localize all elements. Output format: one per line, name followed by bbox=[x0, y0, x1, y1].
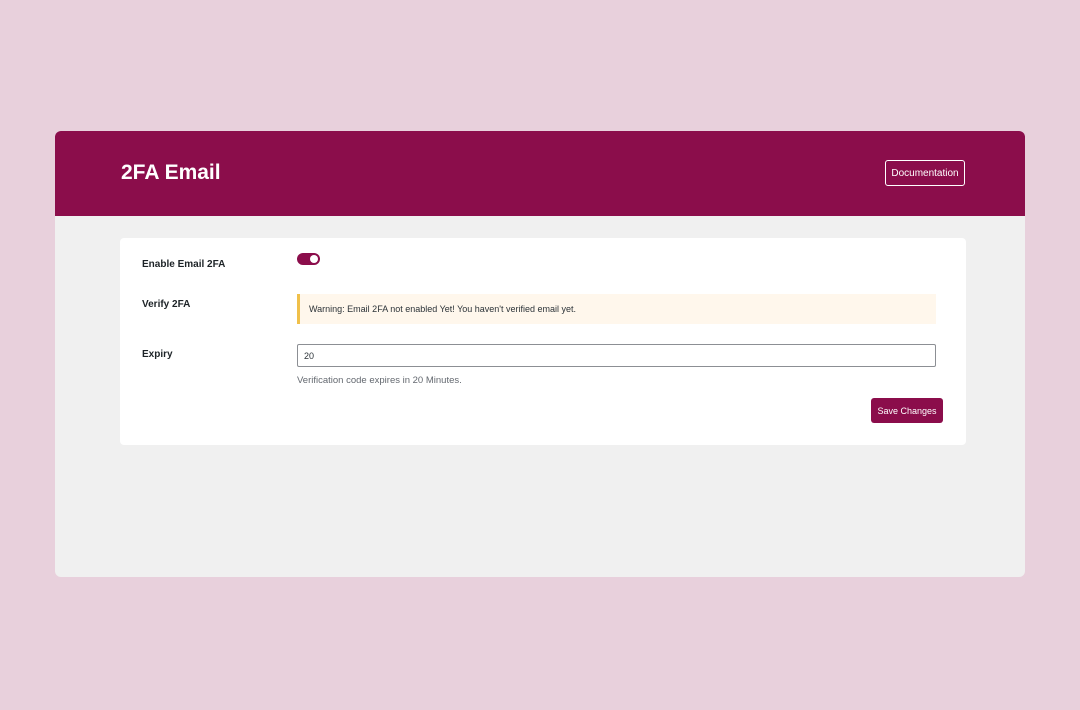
settings-window: 2FA Email Documentation Enable Email 2FA… bbox=[55, 131, 1025, 577]
enable-email-2fa-label: Enable Email 2FA bbox=[142, 259, 226, 270]
verify-warning-text: Warning: Email 2FA not enabled Yet! You … bbox=[309, 304, 577, 314]
documentation-button[interactable]: Documentation bbox=[885, 160, 965, 186]
page-background: 2FA Email Documentation Enable Email 2FA… bbox=[0, 0, 1080, 710]
expiry-help-text: Verification code expires in 20 Minutes. bbox=[297, 375, 462, 386]
toggle-knob bbox=[310, 255, 318, 263]
enable-email-2fa-toggle[interactable] bbox=[297, 253, 320, 265]
page-title: 2FA Email bbox=[121, 161, 221, 184]
verify-warning-notice: Warning: Email 2FA not enabled Yet! You … bbox=[297, 294, 936, 324]
expiry-label: Expiry bbox=[142, 349, 173, 360]
page-header: 2FA Email Documentation bbox=[55, 131, 1025, 216]
expiry-input[interactable] bbox=[297, 344, 936, 367]
settings-panel: Enable Email 2FA Verify 2FA Warning: Ema… bbox=[120, 238, 966, 445]
save-changes-button[interactable]: Save Changes bbox=[871, 398, 943, 423]
verify-2fa-label: Verify 2FA bbox=[142, 299, 191, 310]
